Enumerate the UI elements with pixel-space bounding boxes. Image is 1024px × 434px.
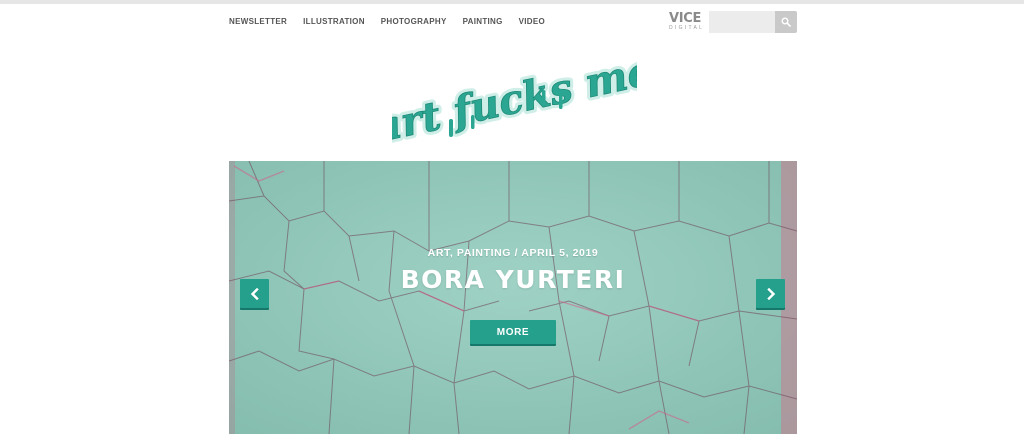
more-button[interactable]: MORE [470, 320, 556, 344]
post-date: APRIL 5, 2019 [521, 247, 599, 259]
search-button[interactable] [775, 11, 797, 33]
post-meta: ART, PAINTING / APRIL 5, 2019 [229, 247, 797, 259]
main-nav: NEWSLETTER ILLUSTRATION PHOTOGRAPHY PAIN… [229, 17, 545, 26]
nav-photography[interactable]: PHOTOGRAPHY [381, 17, 447, 26]
post-categories[interactable]: ART, PAINTING [428, 247, 511, 259]
post-title[interactable]: BORA YURTERI [229, 265, 797, 294]
nav-illustration[interactable]: ILLUSTRATION [303, 17, 365, 26]
search-box [709, 11, 797, 33]
logo-text: art fucks me [392, 47, 637, 145]
top-border [0, 0, 1024, 4]
nav-newsletter[interactable]: NEWSLETTER [229, 17, 287, 26]
chevron-right-icon [766, 287, 775, 300]
slider-next-button[interactable] [756, 279, 785, 308]
hero-slider: ART, PAINTING / APRIL 5, 2019 BORA YURTE… [229, 161, 797, 434]
nav-video[interactable]: VIDEO [519, 17, 545, 26]
vice-logo-text: VICE [669, 11, 702, 26]
search-input[interactable] [709, 11, 775, 33]
chevron-left-icon [250, 287, 259, 300]
vice-logo-subtext: DIGITAL [669, 25, 705, 31]
search-icon [781, 17, 791, 27]
vice-digital-logo[interactable]: VICE DIGITAL [669, 11, 705, 34]
cracked-paint-background [229, 161, 797, 434]
site-logo[interactable]: art fucks me art fucks me [392, 45, 637, 145]
nav-painting[interactable]: PAINTING [463, 17, 503, 26]
meta-separator: / [514, 247, 519, 259]
slider-prev-button[interactable] [240, 279, 269, 308]
